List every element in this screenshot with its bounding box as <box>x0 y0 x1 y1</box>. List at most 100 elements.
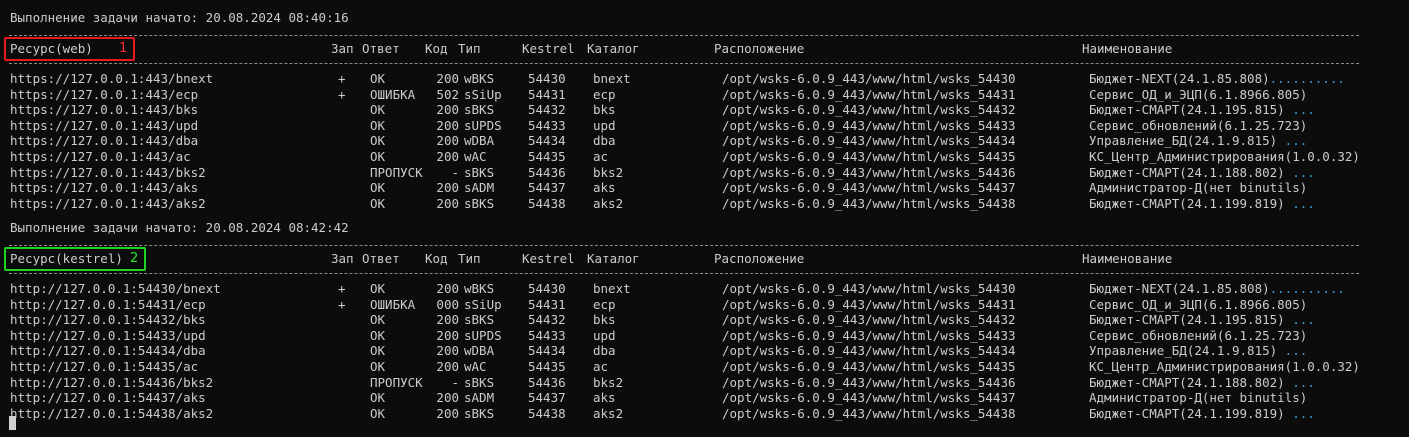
cell-name: Бюджет-СМАРТ(24.1.195.815) ... <box>1089 102 1315 118</box>
table-row: https://127.0.0.1:443/aks2 OK 200 sBKS 54438… <box>0 196 1409 212</box>
cell-url: https://127.0.0.1:443/ac <box>10 149 191 164</box>
cell-type: wDBA <box>464 343 495 359</box>
cell-name: Бюджет-СМАРТ(24.1.199.819) ... <box>1089 196 1315 212</box>
cell-type: wBKS <box>464 71 495 86</box>
cell-cat: bks <box>593 312 616 328</box>
cell-kestrel: 54437 <box>528 180 566 196</box>
cell-cat: dba <box>593 343 616 359</box>
cell-url: http://127.0.0.1:54435/ac <box>10 359 199 374</box>
cell-type: sBKS <box>464 405 495 421</box>
cell-name: Сервис_обновлений(6.1.25.723) <box>1089 118 1307 134</box>
cell-code: 200 <box>436 149 459 164</box>
cell-name-text: Бюджет-NEXT(24.1.85.808) <box>1089 281 1270 296</box>
table-row: https://127.0.0.1:443/upd OK 200 sUPDS 54433… <box>0 118 1409 134</box>
terminal-cursor[interactable] <box>9 416 16 430</box>
cell-name-text: Сервис_ОД_и_ЭЦП(6.1.8966.805) <box>1089 86 1308 102</box>
table-row: http://127.0.0.1:54437/aks OK 200 sADM 54437… <box>0 390 1409 406</box>
cell-kestrel: 54436 <box>528 374 566 390</box>
cell-resp: OK <box>370 390 386 406</box>
cell-cat: dba <box>593 133 616 149</box>
cell-resp: ОШИБКА <box>370 296 416 312</box>
truncation-dots: ... <box>1284 374 1315 390</box>
task-start-line: Выполнение задачи начато: 20.08.2024 08:… <box>0 220 1409 236</box>
truncation-dots: ... <box>1284 405 1315 421</box>
cell-name: КС_Центр_Администрирования(1.0.0.32) <box>1089 359 1360 375</box>
cell-name: Бюджет-СМАРТ(24.1.195.815) ... <box>1089 312 1315 328</box>
cell-kestrel: 54430 <box>528 71 566 86</box>
cell-name: Администратор-Д(нет binutils) <box>1089 390 1307 406</box>
cell-type: wDBA <box>464 133 495 149</box>
cell-name-text: Бюджет-СМАРТ(24.1.199.819) <box>1089 405 1285 421</box>
terminal-window: Выполнение задачи начато: 20.08.2024 08:… <box>0 0 1409 437</box>
cell-zap: + <box>338 296 346 312</box>
cell-code: 200 <box>436 343 459 359</box>
cell-loc: /opt/wsks-6.0.9_443/www/html/wsks_54436 <box>722 164 1016 180</box>
cell-url: http://127.0.0.1:54438/aks2 <box>10 405 214 421</box>
table-row: http://127.0.0.1:54436/bks2 ПРОПУСК - sBKS 5… <box>0 375 1409 391</box>
cell-loc: /opt/wsks-6.0.9_443/www/html/wsks_54433 <box>722 117 1016 133</box>
cell-cat: upd <box>593 327 616 343</box>
cell-cat: aks <box>593 390 616 406</box>
cell-code: 200 <box>436 390 459 406</box>
cell-type: wBKS <box>464 281 495 296</box>
table-row: http://127.0.0.1:54435/ac OK 200 wAC 54435 ac… <box>0 359 1409 375</box>
cell-kestrel: 54434 <box>528 343 566 359</box>
cell-url: https://127.0.0.1:443/bks <box>10 102 199 118</box>
cell-name-text: Сервис_ОД_и_ЭЦП(6.1.8966.805) <box>1089 296 1308 312</box>
separator-dashes <box>9 245 1359 246</box>
table-row: https://127.0.0.1:443/ac OK 200 wAC 54435 ac /… <box>0 149 1409 165</box>
cell-name-text: Бюджет-СМАРТ(24.1.195.815) <box>1089 102 1285 118</box>
cell-resp: OK <box>370 327 386 343</box>
cell-loc: /opt/wsks-6.0.9_443/www/html/wsks_54430 <box>722 281 1016 296</box>
cell-resp: ПРОПУСК <box>370 164 423 180</box>
cell-type: sBKS <box>464 164 495 180</box>
cell-cat: aks2 <box>593 405 624 421</box>
cell-loc: /opt/wsks-6.0.9_443/www/html/wsks_54431 <box>722 86 1016 102</box>
highlight-number-badge: 2 <box>130 251 139 266</box>
table-row: https://127.0.0.1:443/dba OK 200 wDBA 54434 d… <box>0 133 1409 149</box>
truncation-dots: .......... <box>1269 281 1345 296</box>
cell-loc: /opt/wsks-6.0.9_443/www/html/wsks_54431 <box>722 296 1016 312</box>
cell-kestrel: 54435 <box>528 359 566 374</box>
cell-code: 200 <box>436 405 459 421</box>
cell-type: sBKS <box>464 195 495 211</box>
cell-name-text: Сервис_обновлений(6.1.25.723) <box>1089 117 1308 133</box>
cell-name: Бюджет-NEXT(24.1.85.808).......... <box>1089 71 1345 87</box>
separator-dashes <box>9 35 1359 36</box>
cell-type: sBKS <box>464 102 495 118</box>
cell-name: Бюджет-СМАРТ(24.1.188.802) ... <box>1089 375 1315 391</box>
cell-url: http://127.0.0.1:54433/upd <box>10 327 206 343</box>
cell-resp: OK <box>370 343 386 359</box>
cell-resp: OK <box>370 180 386 196</box>
cell-url: https://127.0.0.1:443/aks2 <box>10 195 206 211</box>
cell-url: https://127.0.0.1:443/upd <box>10 117 199 133</box>
cell-url: https://127.0.0.1:443/bks2 <box>10 164 206 180</box>
cell-name: Бюджет-СМАРТ(24.1.199.819) ... <box>1089 406 1315 422</box>
cell-zap: + <box>338 281 346 296</box>
cell-loc: /opt/wsks-6.0.9_443/www/html/wsks_54438 <box>722 405 1016 421</box>
cell-name-text: КС_Центр_Администрирования(1.0.0.32) <box>1089 359 1360 374</box>
cell-resp: OK <box>370 133 386 149</box>
task-start-text: Выполнение задачи начато: 20.08.2024 08:… <box>10 220 349 235</box>
cell-type: sBKS <box>464 374 495 390</box>
cell-cat: ecp <box>593 86 616 102</box>
task-start-text: Выполнение задачи начато: 20.08.2024 08:… <box>10 10 349 25</box>
table-row: http://127.0.0.1:54431/ecp + ОШИБКА 000 sSiU… <box>0 297 1409 313</box>
cell-name-text: Администратор-Д(нет binutils) <box>1089 180 1308 196</box>
cell-type: sADM <box>464 390 495 406</box>
cell-type: wAC <box>464 149 487 164</box>
cell-resp: OK <box>370 71 386 86</box>
cell-url: http://127.0.0.1:54437/aks <box>10 390 206 406</box>
truncation-dots: ... <box>1277 343 1308 359</box>
cell-resp: OK <box>370 102 386 118</box>
cell-name-text: Бюджет-СМАРТ(24.1.188.802) <box>1089 164 1285 180</box>
cell-resp: OK <box>370 117 386 133</box>
cell-name: Бюджет-СМАРТ(24.1.188.802) ... <box>1089 165 1315 181</box>
task-start-line: Выполнение задачи начато: 20.08.2024 08:… <box>0 10 1409 26</box>
cell-url: https://127.0.0.1:443/dba <box>10 133 199 149</box>
cell-name-text: Бюджет-СМАРТ(24.1.188.802) <box>1089 374 1285 390</box>
cell-name: Сервис_ОД_и_ЭЦП(6.1.8966.805) <box>1089 87 1307 103</box>
cell-code: 200 <box>436 102 459 118</box>
cell-code: 200 <box>436 71 459 86</box>
table-row: http://127.0.0.1:54433/upd OK 200 sUPDS 5443… <box>0 328 1409 344</box>
